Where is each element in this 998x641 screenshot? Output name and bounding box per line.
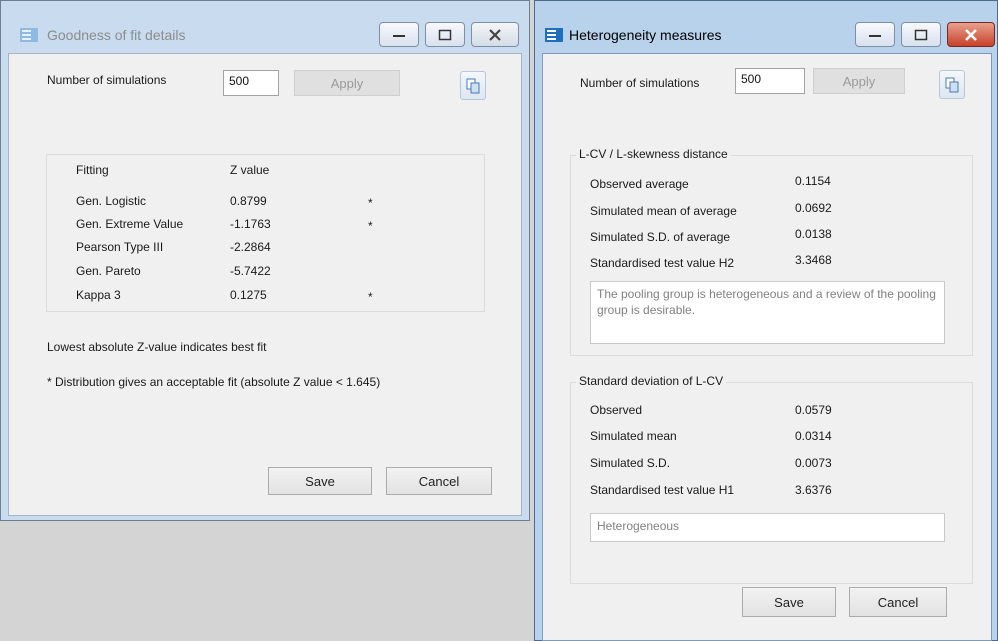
client-area: Number of simulations 500 Apply Fitting …	[8, 53, 522, 516]
apply-button[interactable]: Apply	[813, 68, 905, 94]
stat-value: 0.0314	[795, 429, 832, 443]
maximize-icon	[914, 29, 928, 40]
save-button[interactable]: Save	[742, 587, 836, 617]
group-title: Standard deviation of L-CV	[576, 374, 727, 388]
acceptable-mark: *	[368, 196, 373, 210]
z-value: -5.7422	[230, 264, 271, 278]
stat-value: 0.0692	[795, 201, 832, 215]
distribution-name: Gen. Pareto	[76, 264, 141, 278]
stat-value: 0.0579	[795, 403, 832, 417]
cancel-button[interactable]: Cancel	[849, 587, 947, 617]
z-value: 0.8799	[230, 194, 267, 208]
close-button[interactable]	[947, 22, 995, 47]
copy-button[interactable]	[939, 70, 965, 99]
acceptable-mark: *	[368, 219, 373, 233]
num-simulations-input[interactable]: 500	[223, 70, 279, 96]
stat-label: Observed	[590, 403, 643, 417]
stat-value: 0.1154	[795, 174, 831, 188]
save-button[interactable]: Save	[268, 467, 372, 495]
copy-icon	[466, 78, 480, 93]
acceptable-fit-note: * Distribution gives an acceptable fit (…	[47, 375, 381, 389]
num-simulations-input[interactable]: 500	[735, 68, 805, 94]
distribution-name: Pearson Type III	[76, 240, 164, 254]
acceptable-mark: *	[368, 290, 373, 304]
heterogeneity-message: The pooling group is heterogeneous and a…	[590, 281, 945, 344]
num-simulations-label: Number of simulations	[47, 73, 167, 87]
close-icon	[489, 28, 501, 41]
maximize-icon	[438, 29, 452, 40]
best-fit-note: Lowest absolute Z-value indicates best f…	[47, 340, 267, 354]
minimize-button[interactable]	[379, 22, 419, 47]
z-value: -1.1763	[230, 217, 271, 231]
z-value: 0.1275	[230, 288, 267, 302]
group-title: L-CV / L-skewness distance	[576, 147, 731, 161]
apply-button[interactable]: Apply	[294, 70, 400, 96]
stat-value: 3.6376	[795, 483, 832, 497]
fitting-column-header: Fitting	[76, 163, 109, 177]
goodness-of-fit-window: Goodness of fit details Number of simula…	[0, 0, 530, 521]
stat-value: 0.0073	[795, 456, 832, 470]
copy-button[interactable]	[460, 71, 486, 100]
lcv-lskewness-group: L-CV / L-skewness distance Observed aver…	[570, 147, 973, 356]
heterogeneity-window: Heterogeneity measures Number of simulat…	[534, 0, 998, 641]
z-value: -2.2864	[230, 240, 271, 254]
cancel-button[interactable]: Cancel	[386, 467, 492, 495]
stat-label: Simulated mean	[590, 429, 677, 443]
maximize-button[interactable]	[901, 22, 941, 47]
result-message: Heterogeneous	[590, 513, 945, 542]
close-button[interactable]	[471, 22, 519, 47]
distribution-name: Gen. Logistic	[76, 194, 147, 208]
distribution-name: Kappa 3	[76, 288, 121, 302]
maximize-button[interactable]	[425, 22, 465, 47]
minimize-icon	[869, 34, 881, 37]
stat-label: Simulated S.D. of average	[590, 230, 731, 244]
stat-value: 3.3468	[795, 253, 832, 267]
copy-icon	[945, 77, 959, 92]
stat-label: Simulated S.D.	[590, 456, 671, 470]
close-icon	[965, 28, 977, 41]
lcv-sd-group: Standard deviation of L-CV Observed 0.05…	[570, 374, 973, 584]
stat-label: Standardised test value H2	[590, 256, 735, 270]
window-title: Goodness of fit details	[47, 27, 186, 43]
z-value-column-header: Z value	[230, 163, 270, 177]
app-icon	[20, 28, 38, 42]
distribution-name: Gen. Extreme Value	[76, 217, 184, 231]
minimize-icon	[393, 34, 405, 37]
client-area: Number of simulations 500 Apply L-CV / L…	[542, 53, 992, 641]
stat-label: Observed average	[590, 177, 689, 191]
window-title: Heterogeneity measures	[569, 27, 722, 43]
minimize-button[interactable]	[855, 22, 895, 47]
fit-results-group: Fitting Z value Gen. Logistic 0.8799 * G…	[46, 154, 485, 312]
stat-label: Standardised test value H1	[590, 483, 735, 497]
stat-label: Simulated mean of average	[590, 204, 737, 218]
app-icon	[545, 28, 563, 42]
num-simulations-label: Number of simulations	[580, 76, 700, 90]
stat-value: 0.0138	[795, 227, 832, 241]
